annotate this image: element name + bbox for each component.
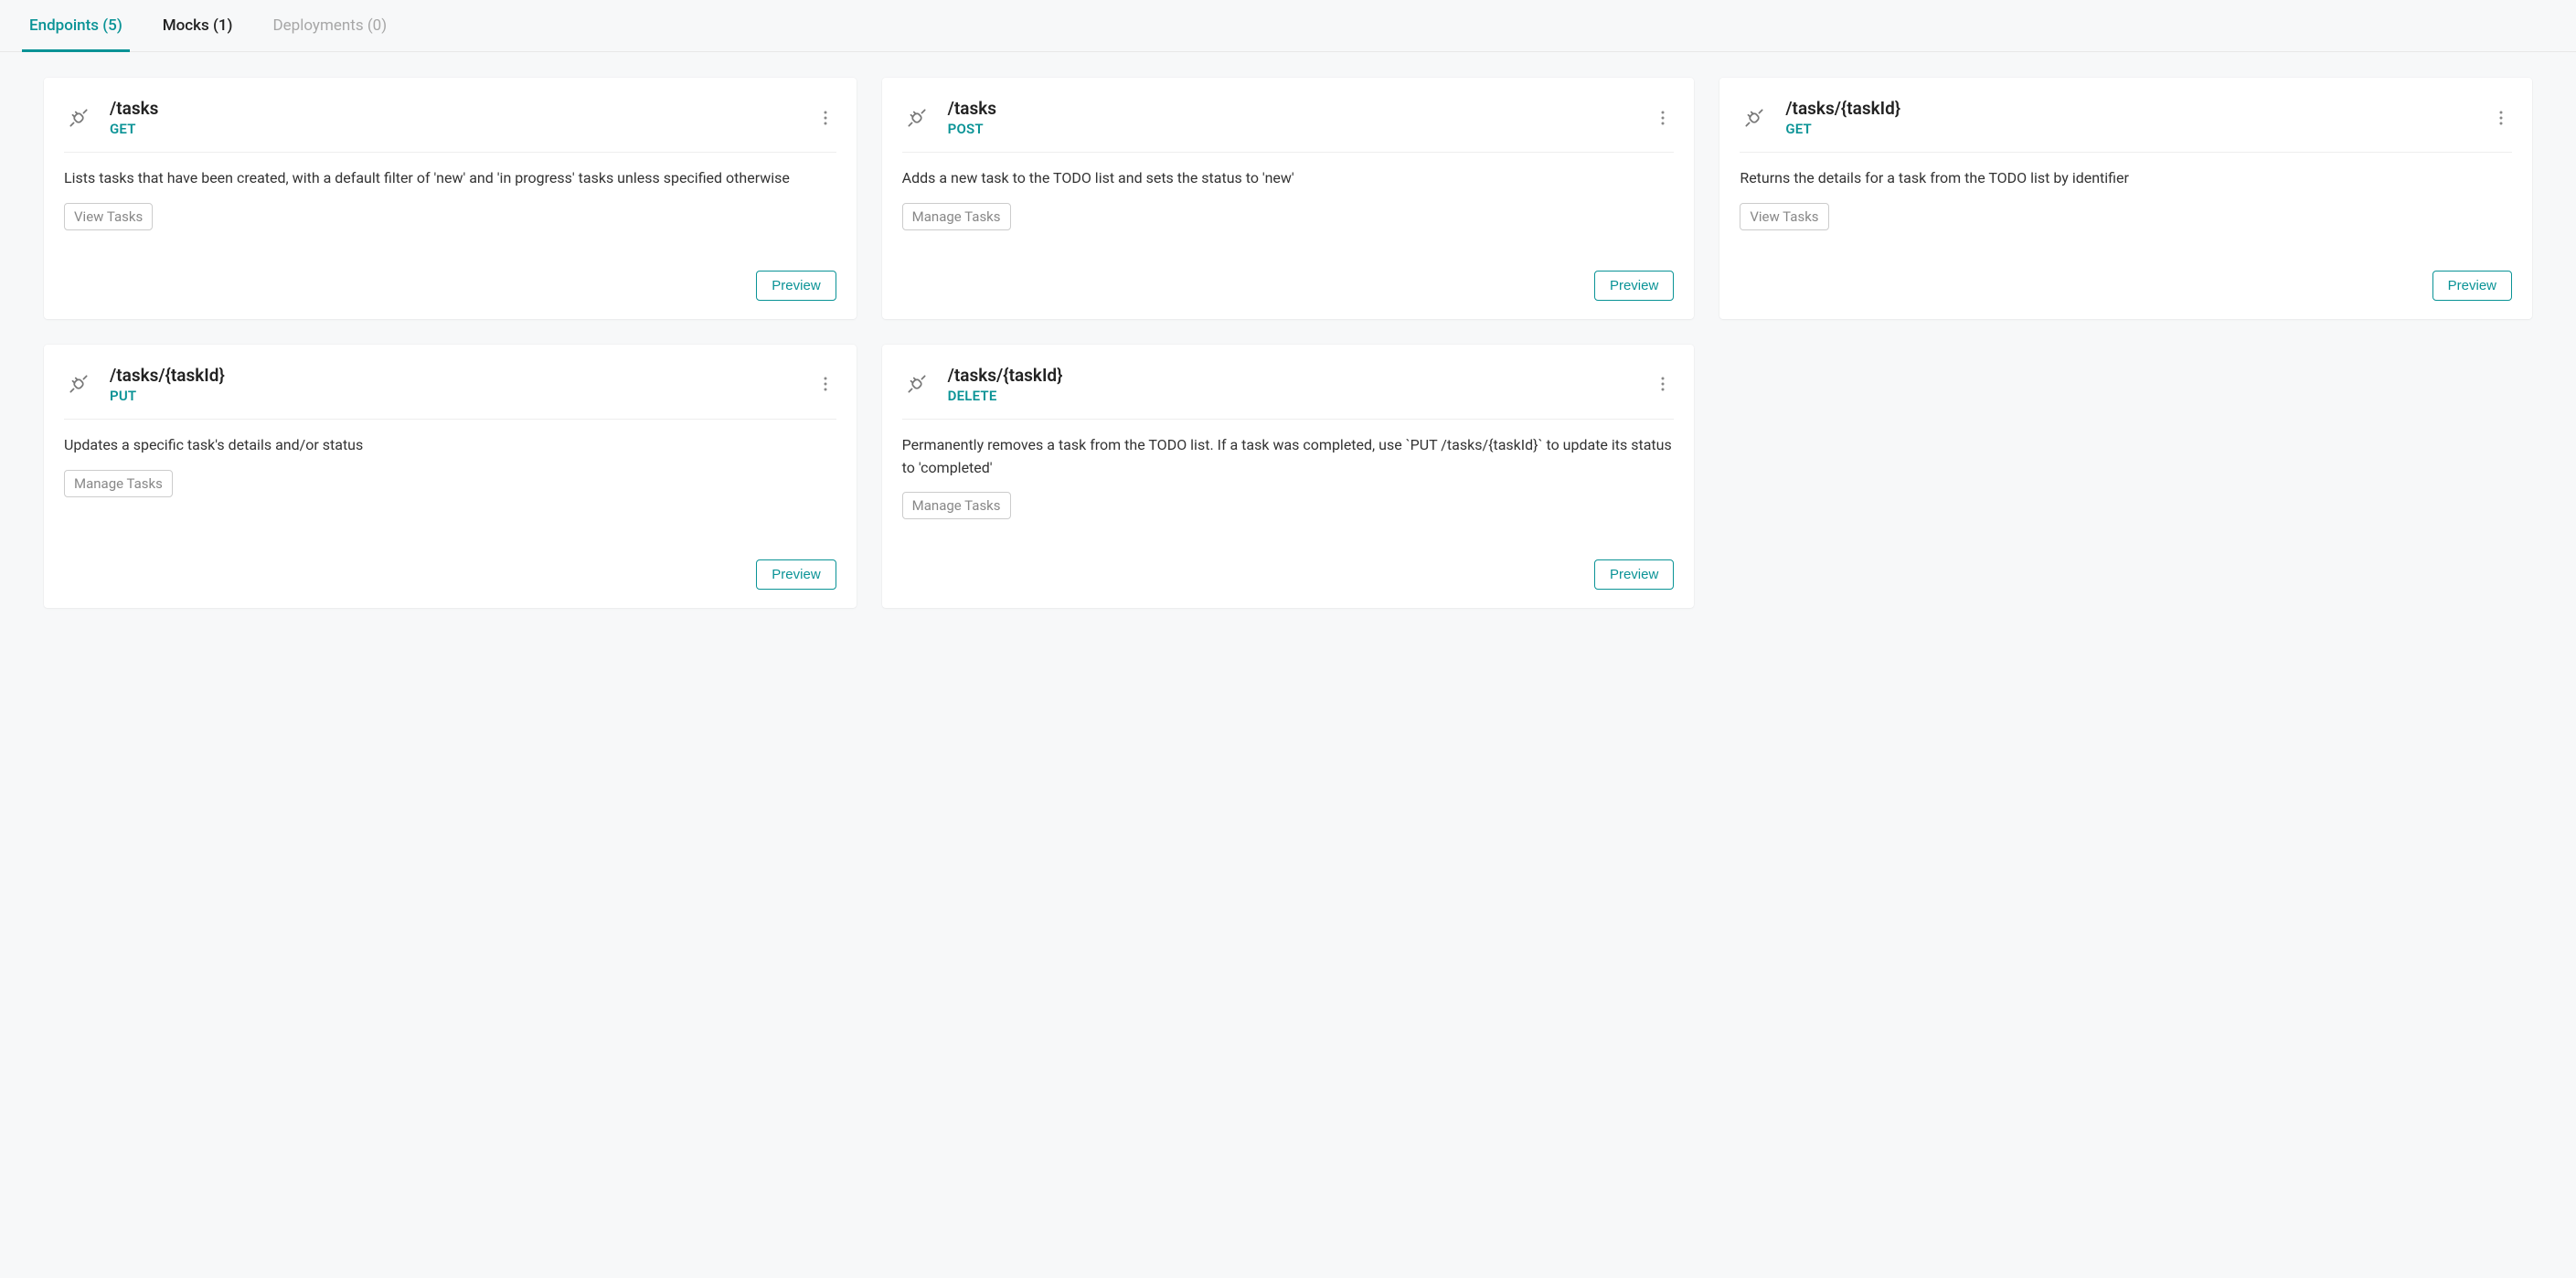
endpoint-card: /tasks/{taskId} PUT Updates a specific t… (44, 345, 857, 609)
endpoint-description: Returns the details for a task from the … (1740, 167, 2512, 190)
endpoint-card: /tasks/{taskId} GET Returns the details … (1719, 78, 2532, 319)
endpoint-path: /tasks/{taskId} (1785, 98, 2474, 119)
endpoint-card-head: /tasks POST (902, 98, 1675, 153)
endpoint-card-head: /tasks/{taskId} PUT (64, 365, 836, 420)
endpoint-path: /tasks/{taskId} (110, 365, 798, 386)
endpoint-card: /tasks GET Lists tasks that have been cr… (44, 78, 857, 319)
endpoint-method: GET (110, 121, 798, 137)
endpoint-method: PUT (110, 388, 798, 404)
endpoint-card-foot: Preview (64, 530, 836, 590)
endpoint-tag[interactable]: View Tasks (64, 203, 153, 230)
endpoint-card-head: /tasks GET (64, 98, 836, 153)
endpoint-card-foot: Preview (902, 530, 1675, 590)
endpoint-head-text: /tasks POST (948, 98, 1636, 137)
preview-button[interactable]: Preview (1594, 559, 1674, 590)
endpoint-head-text: /tasks/{taskId} PUT (110, 365, 798, 404)
endpoint-card-foot: Preview (902, 241, 1675, 301)
plug-icon (1740, 103, 1769, 133)
preview-button[interactable]: Preview (2432, 271, 2512, 301)
endpoint-path: /tasks (948, 98, 1636, 119)
plug-icon (64, 369, 93, 399)
preview-button[interactable]: Preview (756, 559, 836, 590)
tab-mocks[interactable]: Mocks (1) (155, 0, 240, 52)
more-menu-icon[interactable] (1652, 373, 1674, 395)
endpoint-tags: Manage Tasks (64, 470, 836, 497)
endpoint-tag[interactable]: Manage Tasks (64, 470, 173, 497)
endpoint-method: DELETE (948, 388, 1636, 404)
endpoint-tags: View Tasks (64, 203, 836, 230)
endpoint-card-foot: Preview (64, 241, 836, 301)
endpoint-head-text: /tasks/{taskId} DELETE (948, 365, 1636, 404)
endpoint-path: /tasks/{taskId} (948, 365, 1636, 386)
endpoint-method: GET (1785, 121, 2474, 137)
endpoint-tag[interactable]: Manage Tasks (902, 492, 1011, 519)
tabs-bar: Endpoints (5) Mocks (1) Deployments (0) (0, 0, 2576, 52)
plug-icon (64, 103, 93, 133)
endpoint-tags: Manage Tasks (902, 203, 1675, 230)
endpoint-card-foot: Preview (1740, 241, 2512, 301)
endpoint-card-head: /tasks/{taskId} GET (1740, 98, 2512, 153)
tab-deployments[interactable]: Deployments (0) (266, 0, 395, 52)
page-root: Endpoints (5) Mocks (1) Deployments (0) … (0, 0, 2576, 644)
endpoint-description: Lists tasks that have been created, with… (64, 167, 836, 190)
endpoint-description: Updates a specific task's details and/or… (64, 434, 836, 457)
plug-icon (902, 103, 931, 133)
endpoint-grid: /tasks GET Lists tasks that have been cr… (0, 52, 2576, 644)
endpoint-card-head: /tasks/{taskId} DELETE (902, 365, 1675, 420)
endpoint-card: /tasks POST Adds a new task to the TODO … (882, 78, 1695, 319)
preview-button[interactable]: Preview (1594, 271, 1674, 301)
endpoint-description: Permanently removes a task from the TODO… (902, 434, 1675, 480)
more-menu-icon[interactable] (814, 107, 836, 129)
endpoint-method: POST (948, 121, 1636, 137)
endpoint-card: /tasks/{taskId} DELETE Permanently remov… (882, 345, 1695, 609)
endpoint-tags: View Tasks (1740, 203, 2512, 230)
tab-endpoints[interactable]: Endpoints (5) (22, 0, 130, 52)
endpoint-head-text: /tasks/{taskId} GET (1785, 98, 2474, 137)
more-menu-icon[interactable] (814, 373, 836, 395)
endpoint-tags: Manage Tasks (902, 492, 1675, 519)
endpoint-tag[interactable]: Manage Tasks (902, 203, 1011, 230)
endpoint-description: Adds a new task to the TODO list and set… (902, 167, 1675, 190)
more-menu-icon[interactable] (2490, 107, 2512, 129)
more-menu-icon[interactable] (1652, 107, 1674, 129)
preview-button[interactable]: Preview (756, 271, 836, 301)
endpoint-head-text: /tasks GET (110, 98, 798, 137)
endpoint-path: /tasks (110, 98, 798, 119)
endpoint-tag[interactable]: View Tasks (1740, 203, 1828, 230)
plug-icon (902, 369, 931, 399)
